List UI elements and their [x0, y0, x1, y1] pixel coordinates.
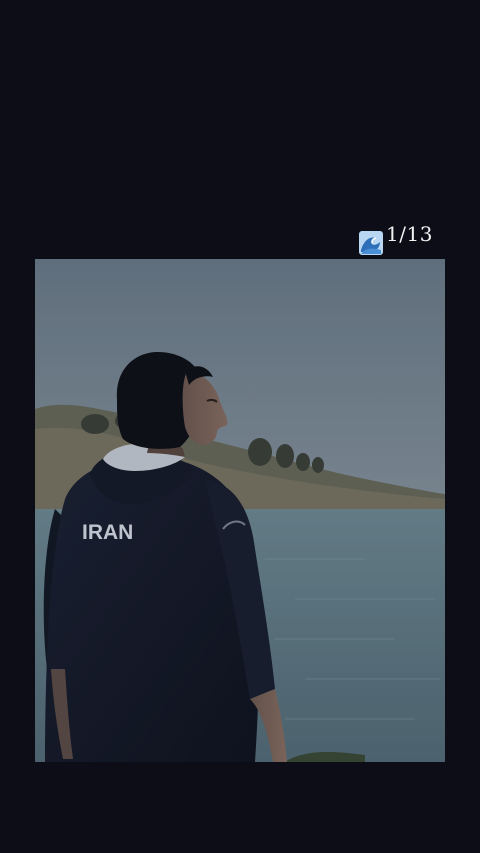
- story-screen[interactable]: 1/13 IRAN: [0, 0, 480, 853]
- water-wave-icon: [359, 231, 383, 255]
- story-counter: 1/13: [386, 222, 433, 246]
- story-photo[interactable]: IRAN: [35, 259, 445, 762]
- story-caption: 1/13: [358, 224, 433, 256]
- photo-dim-overlay: [35, 259, 445, 762]
